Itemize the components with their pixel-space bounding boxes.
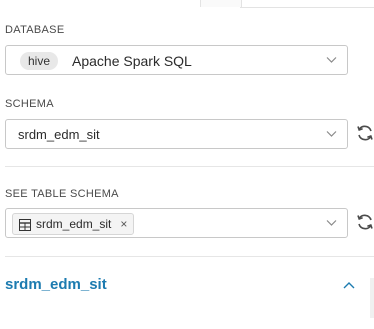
database-name: Apache Spark SQL	[72, 53, 192, 69]
chevron-up-icon[interactable]	[342, 278, 356, 290]
refresh-icon[interactable]	[355, 212, 374, 232]
top-tab-strip	[0, 0, 374, 8]
table-icon	[19, 218, 31, 231]
see-table-schema-label: SEE TABLE SCHEMA	[5, 188, 119, 200]
refresh-icon[interactable]	[355, 123, 374, 143]
scrollbar-edge	[370, 278, 374, 318]
database-select[interactable]: hive Apache Spark SQL	[5, 45, 348, 75]
selected-schema-tag: srdm_edm_sit ×	[12, 213, 135, 235]
selected-schema-name: srdm_edm_sit	[36, 217, 112, 231]
database-label: DATABASE	[5, 24, 65, 36]
schema-section-title[interactable]: srdm_edm_sit	[5, 276, 107, 293]
chevron-down-icon[interactable]	[326, 128, 337, 139]
database-type-badge: hive	[20, 52, 59, 70]
top-divider	[240, 7, 374, 8]
remove-tag-icon[interactable]: ×	[120, 217, 127, 231]
table-schema-multiselect[interactable]: srdm_edm_sit ×	[5, 208, 348, 238]
divider	[5, 256, 374, 257]
schema-select[interactable]: srdm_edm_sit	[5, 119, 348, 149]
top-tab[interactable]	[200, 0, 242, 7]
chevron-down-icon[interactable]	[326, 54, 337, 65]
divider	[5, 166, 374, 167]
schema-value: srdm_edm_sit	[18, 127, 100, 142]
schema-label: SCHEMA	[5, 98, 54, 110]
chevron-down-icon[interactable]	[326, 217, 337, 228]
